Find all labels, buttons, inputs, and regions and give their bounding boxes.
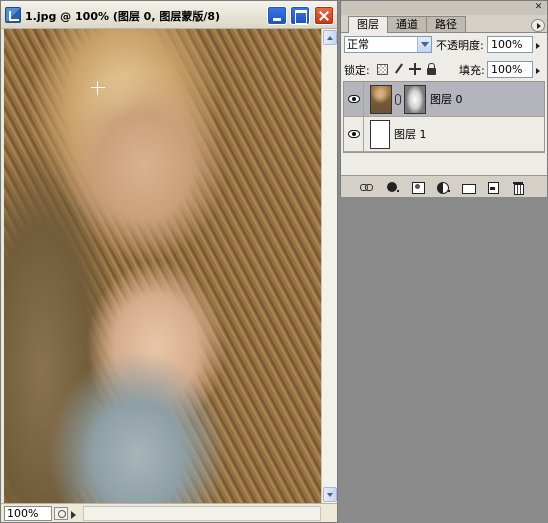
add-mask-icon[interactable] — [411, 181, 425, 194]
visibility-toggle[interactable] — [344, 82, 364, 116]
blend-mode-select[interactable]: 正常 — [344, 36, 432, 53]
chevron-down-icon[interactable] — [417, 37, 431, 52]
palette-close-icon[interactable]: ✕ — [533, 3, 544, 13]
fill-slider-arrow-icon[interactable] — [535, 65, 545, 75]
layer-name: 图层 0 — [430, 93, 463, 106]
blend-mode-value: 正常 — [347, 38, 369, 51]
layer-row-layer-1[interactable]: 图层 1 — [344, 117, 544, 152]
photoshop-document-icon — [5, 7, 21, 23]
eye-icon — [348, 95, 360, 103]
tab-paths[interactable]: 路径 — [426, 16, 466, 32]
adjustment-layer-icon[interactable] — [436, 181, 450, 194]
opacity-slider-arrow-icon[interactable] — [535, 40, 545, 50]
layer-row-layer-0[interactable]: 图层 0 — [344, 82, 544, 117]
scroll-down-arrow-icon[interactable] — [323, 487, 337, 502]
fill-field[interactable]: 100% — [487, 61, 533, 78]
horizontal-scrollbar[interactable] — [83, 506, 321, 521]
link-layers-icon[interactable] — [359, 181, 373, 193]
layer-style-fx-icon[interactable] — [385, 181, 399, 193]
status-menu-arrow-icon[interactable] — [69, 508, 81, 519]
tab-layers[interactable]: 图层 — [348, 16, 388, 33]
crosshair-cursor-icon — [91, 81, 105, 95]
close-button[interactable] — [314, 6, 334, 25]
zoom-level-field[interactable]: 100% — [4, 506, 52, 521]
lock-transparency-icon[interactable] — [377, 64, 388, 75]
palette-body: 正常 不透明度: 100% 锁定: 填充: 100% 图层 0 图层 1 — [341, 32, 547, 197]
document-titlebar[interactable]: 1.jpg @ 100% (图层 0, 图层蒙版/8) — [1, 1, 337, 29]
eye-icon — [348, 130, 360, 138]
new-layer-icon[interactable] — [486, 181, 500, 194]
document-title: 1.jpg @ 100% (图层 0, 图层蒙版/8) — [25, 10, 221, 23]
visibility-toggle[interactable] — [344, 117, 364, 151]
palette-menu-button[interactable] — [531, 19, 545, 32]
tab-channels[interactable]: 通道 — [387, 16, 427, 32]
lock-all-icon[interactable] — [427, 63, 436, 75]
layer-list: 图层 0 图层 1 — [343, 81, 545, 153]
delete-layer-trash-icon[interactable] — [511, 181, 525, 195]
mask-link-chain-icon[interactable] — [395, 94, 401, 105]
palette-titlebar[interactable]: ✕ — [341, 1, 547, 15]
fill-label: 填充: — [459, 64, 485, 77]
minimize-button[interactable] — [267, 6, 287, 25]
lock-brush-icon[interactable] — [393, 63, 405, 75]
document-statusbar: 100% — [1, 503, 337, 522]
layer-thumbnail[interactable] — [370, 120, 390, 149]
image-canvas[interactable] — [4, 29, 321, 503]
lock-move-icon[interactable] — [409, 63, 421, 75]
layer-mask-thumbnail[interactable] — [404, 85, 426, 114]
layer-name: 图层 1 — [394, 128, 427, 141]
opacity-field[interactable]: 100% — [487, 36, 533, 53]
maximize-button[interactable] — [290, 6, 310, 25]
opacity-label: 不透明度: — [436, 39, 484, 52]
lock-label: 锁定: — [344, 64, 370, 77]
palette-tabs: 图层 通道 路径 — [345, 16, 545, 33]
vertical-scrollbar[interactable] — [321, 29, 337, 503]
document-window: 1.jpg @ 100% (图层 0, 图层蒙版/8) 100% — [0, 0, 338, 523]
scroll-up-arrow-icon[interactable] — [323, 30, 337, 45]
layer-thumbnail[interactable] — [370, 85, 392, 114]
status-info-icon[interactable] — [54, 507, 68, 520]
new-group-folder-icon[interactable] — [461, 181, 476, 194]
layers-palette: ✕ 图层 通道 路径 正常 不透明度: 100% 锁定: 填充: 100% 图层… — [340, 0, 548, 197]
palette-footer — [341, 175, 547, 197]
